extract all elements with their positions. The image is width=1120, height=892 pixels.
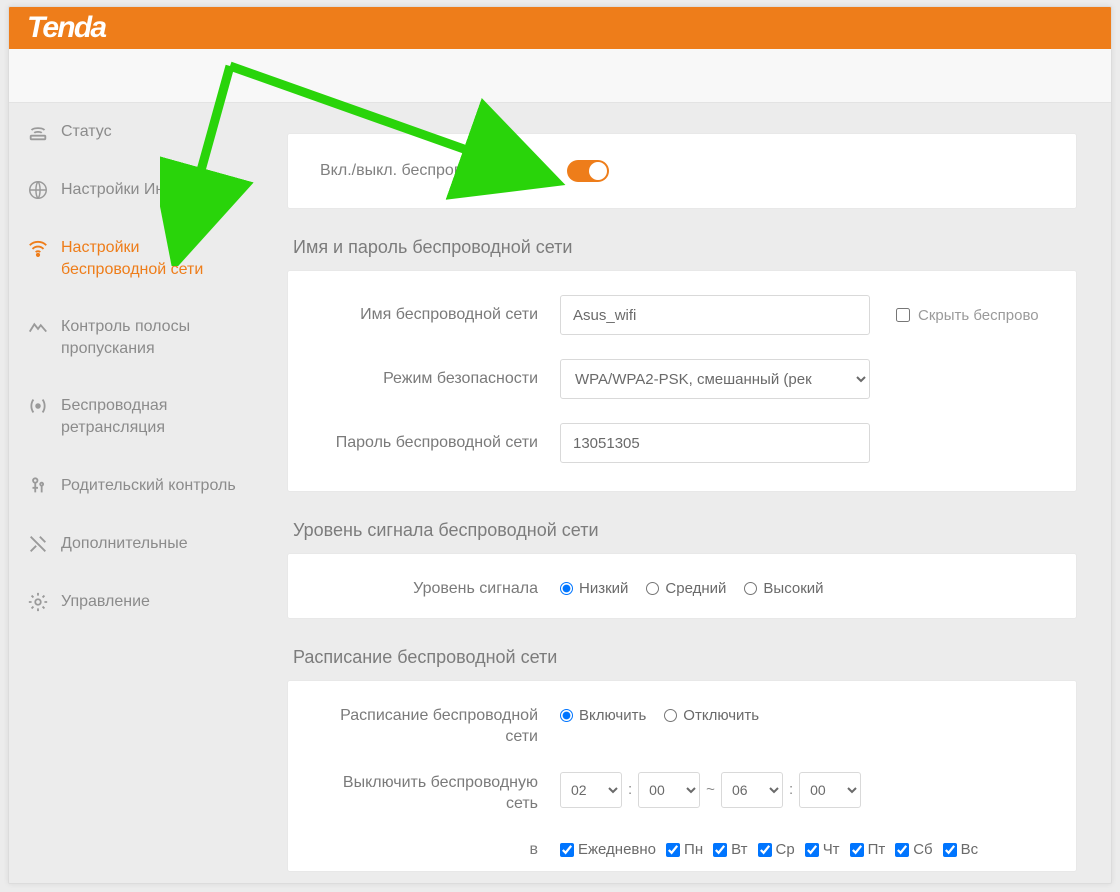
tools-icon — [27, 533, 49, 555]
gear-icon — [27, 591, 49, 613]
wifi-icon — [27, 237, 49, 259]
security-mode-label: Режим безопасности — [320, 368, 560, 390]
sidebar-item-label: Родительский контроль — [61, 475, 236, 497]
day-daily[interactable]: Ежедневно — [560, 841, 656, 858]
hide-ssid-label: Скрыть беспрово — [918, 307, 1039, 324]
sidebar: Статус Настройки Интернета Настройки бес… — [9, 103, 263, 883]
time-to-hour[interactable]: 06 — [721, 772, 783, 808]
day-sat[interactable]: Сб — [895, 841, 932, 858]
sidebar-item-internet[interactable]: Настройки Интернета — [9, 161, 263, 219]
days-row: Ежедневно Пн Вт Ср Чт Пт Сб Вс — [560, 841, 1044, 858]
schedule-radio-group: Включить Отключить — [560, 705, 1044, 724]
section-title-ssid: Имя и пароль беспроводной сети — [293, 237, 1111, 258]
sidebar-item-wireless[interactable]: Настройки беспроводной сети — [9, 219, 263, 298]
password-input[interactable] — [560, 423, 870, 463]
hide-ssid-checkbox[interactable] — [896, 308, 910, 322]
sidebar-item-bandwidth[interactable]: Контроль полосы пропускания — [9, 298, 263, 377]
hide-ssid-option[interactable]: Скрыть беспрово — [896, 307, 1039, 324]
sidebar-item-status[interactable]: Статус — [9, 103, 263, 161]
time-range-sep: ~ — [706, 781, 715, 798]
time-from-minute[interactable]: 00 — [638, 772, 700, 808]
ssid-input[interactable] — [560, 295, 870, 335]
time-colon-1: : — [628, 781, 632, 798]
day-mon[interactable]: Пн — [666, 841, 703, 858]
wireless-enable-label: Вкл./выкл. беспроводную сеть — [320, 162, 545, 180]
day-tue[interactable]: Вт — [713, 841, 747, 858]
security-mode-select[interactable]: WPA/WPA2-PSK, смешанный (рек — [560, 359, 870, 399]
password-label: Пароль беспроводной сети — [320, 432, 560, 454]
wireless-enable-panel: Вкл./выкл. беспроводную сеть — [287, 133, 1077, 209]
signal-label: Уровень сигнала — [320, 578, 560, 600]
section-title-schedule: Расписание беспроводной сети — [293, 647, 1111, 668]
disable-time-label: Выключить беспроводную сеть — [320, 772, 560, 815]
sidebar-item-label: Статус — [61, 123, 112, 141]
status-icon — [27, 121, 49, 143]
time-to-minute[interactable]: 00 — [799, 772, 861, 808]
section-title-signal: Уровень сигнала беспроводной сети — [293, 520, 1111, 541]
day-wed[interactable]: Ср — [758, 841, 795, 858]
schedule-radio-on[interactable]: Включить — [560, 707, 646, 724]
sidebar-item-repeater[interactable]: Беспроводная ретрансляция — [9, 377, 263, 456]
signal-radio-high[interactable]: Высокий — [744, 580, 823, 597]
content-area: Статус Настройки Интернета Настройки бес… — [9, 103, 1111, 883]
signal-radio-low[interactable]: Низкий — [560, 580, 628, 597]
ssid-label: Имя беспроводной сети — [320, 304, 560, 326]
sidebar-item-parental[interactable]: Родительский контроль — [9, 457, 263, 515]
main-panel: Вкл./выкл. беспроводную сеть Имя и парол… — [263, 103, 1111, 883]
signal-radio-group: Низкий Средний Высокий — [560, 580, 1044, 597]
signal-panel: Уровень сигнала Низкий Средний Высокий — [287, 553, 1077, 619]
day-thu[interactable]: Чт — [805, 841, 840, 858]
signal-radio-medium[interactable]: Средний — [646, 580, 726, 597]
app-frame: Tenda Статус Настройки Интернета Нас — [8, 6, 1112, 884]
parental-icon — [27, 475, 49, 497]
top-bar: Tenda — [9, 7, 1111, 49]
repeater-icon — [27, 395, 49, 417]
sidebar-item-label: Настройки беспроводной сети — [61, 237, 245, 280]
ssid-panel: Имя беспроводной сети Скрыть беспрово Ре… — [287, 270, 1077, 492]
day-sun[interactable]: Вс — [943, 841, 979, 858]
wireless-enable-toggle[interactable] — [567, 160, 609, 182]
days-prefix: в — [320, 839, 560, 861]
time-colon-2: : — [789, 781, 793, 798]
sidebar-item-advanced[interactable]: Дополнительные — [9, 515, 263, 573]
day-fri[interactable]: Пт — [850, 841, 886, 858]
schedule-label: Расписание беспроводной сети — [320, 705, 560, 748]
globe-icon — [27, 179, 49, 201]
sidebar-item-label: Беспроводная ретрансляция — [61, 395, 245, 438]
secondary-bar — [9, 49, 1111, 103]
bandwidth-icon — [27, 316, 49, 338]
sidebar-item-management[interactable]: Управление — [9, 573, 263, 631]
time-from-hour[interactable]: 02 — [560, 772, 622, 808]
sidebar-item-label: Дополнительные — [61, 535, 188, 553]
schedule-radio-off[interactable]: Отключить — [664, 707, 759, 724]
sidebar-item-label: Настройки Интернета — [61, 181, 222, 199]
sidebar-item-label: Контроль полосы пропускания — [61, 316, 245, 359]
sidebar-item-label: Управление — [61, 593, 150, 611]
brand-logo: Tenda — [27, 11, 105, 45]
schedule-panel: Расписание беспроводной сети Включить От… — [287, 680, 1077, 872]
